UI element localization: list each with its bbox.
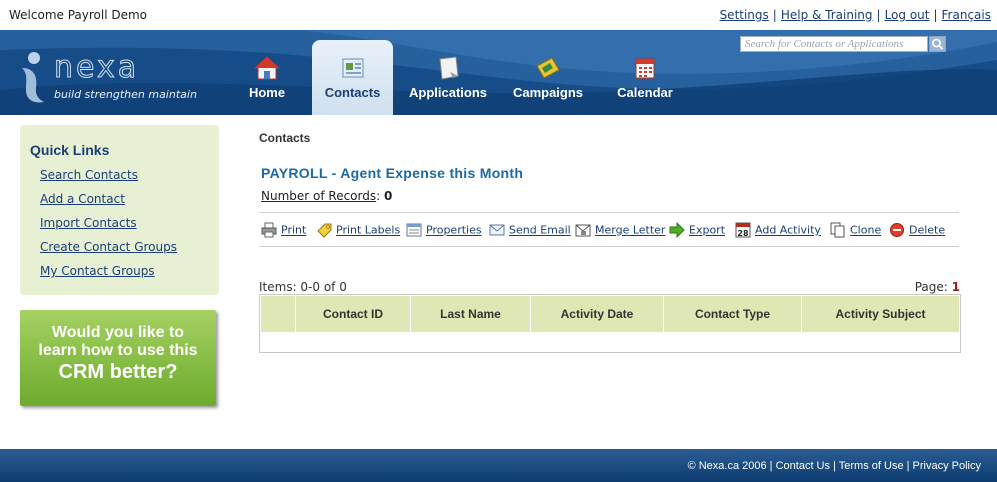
promo-line-1: Would you like to <box>51 324 185 341</box>
logout-link[interactable]: Log out <box>885 8 930 22</box>
campaigns-icon <box>536 57 560 79</box>
calendar-28-icon: 28 <box>735 222 751 238</box>
grid-header-row: Contact ID Last Name Activity Date Conta… <box>261 296 959 332</box>
export-button[interactable]: Export <box>669 222 725 238</box>
applications-icon <box>439 56 459 80</box>
arrow-right-icon <box>669 222 685 238</box>
nav-home[interactable]: Home <box>232 40 302 115</box>
search-icon <box>932 38 944 50</box>
quick-link-my-contact-groups[interactable]: My Contact Groups <box>40 264 155 278</box>
clone-button[interactable]: Clone <box>830 222 881 238</box>
home-icon <box>253 56 281 80</box>
nexa-logo[interactable]: nexa build strengthen maintain <box>14 44 204 106</box>
column-header-select[interactable] <box>261 296 296 332</box>
page-indicator: Page: 1 <box>915 280 960 294</box>
calendar-icon <box>635 58 655 79</box>
logo-tagline: build strengthen maintain <box>54 88 197 101</box>
delete-icon <box>890 223 904 237</box>
record-count: Number of Records: 0 <box>261 189 393 203</box>
nav-applications-label: Applications <box>408 85 487 100</box>
contacts-icon <box>342 58 363 78</box>
add-activity-button[interactable]: 28 Add Activity <box>735 222 821 238</box>
merge-letter-icon <box>575 224 591 237</box>
settings-link[interactable]: Settings <box>720 8 769 22</box>
header: nexa build strengthen maintain Search fo… <box>0 30 997 115</box>
nav-campaigns[interactable]: Campaigns <box>503 40 593 115</box>
properties-button[interactable]: Properties <box>406 222 482 238</box>
delete-button[interactable]: Delete <box>889 222 945 238</box>
properties-icon <box>406 223 422 237</box>
tag-icon <box>317 223 332 238</box>
record-count-value: 0 <box>384 189 393 203</box>
quick-link-import-contacts[interactable]: Import Contacts <box>40 216 137 230</box>
record-count-label: Number of Records <box>261 189 377 203</box>
top-bar: Welcome Payroll Demo Settings | Help & Tra… <box>0 0 997 30</box>
quick-link-search-contacts[interactable]: Search Contacts <box>40 168 138 182</box>
promo-line-3: CRM better? <box>58 361 178 383</box>
column-header-contact-type[interactable]: Contact Type <box>664 296 802 332</box>
contacts-grid: Contact ID Last Name Activity Date Conta… <box>259 294 961 353</box>
merge-letter-button[interactable]: Merge Letter <box>575 222 665 238</box>
search-button[interactable] <box>929 36 946 52</box>
envelope-icon <box>489 224 505 236</box>
logo-wordmark: nexa <box>53 50 140 86</box>
column-header-activity-date[interactable]: Activity Date <box>531 296 664 332</box>
nav-calendar[interactable]: Calendar <box>603 40 687 115</box>
nav-calendar-label: Calendar <box>617 85 673 100</box>
top-links: Settings | Help & Training | Log out | Françai… <box>719 8 991 22</box>
quick-links-panel: Quick Links Search Contacts Add a Contac… <box>20 125 219 295</box>
quick-link-add-contact[interactable]: Add a Contact <box>40 192 125 206</box>
page-title: PAYROLL - Agent Expense this Month <box>261 165 524 181</box>
footer: © Nexa.ca 2006 | Contact Us | Terms of U… <box>0 449 997 482</box>
quick-link-create-contact-groups[interactable]: Create Contact Groups <box>40 240 177 254</box>
column-header-activity-subject[interactable]: Activity Subject <box>802 296 959 332</box>
promo-text: Would you like to learn how to use this … <box>20 324 216 384</box>
search-input[interactable]: Search for Contacts or Applications <box>740 36 928 52</box>
nav-campaigns-label: Campaigns <box>512 85 584 100</box>
print-button[interactable]: Print <box>261 222 306 238</box>
send-email-button[interactable]: Send Email <box>489 222 571 238</box>
welcome-text: Welcome Payroll Demo <box>9 8 148 22</box>
quick-links-title: Quick Links <box>30 142 110 158</box>
breadcrumb: Contacts <box>259 131 311 145</box>
nav-home-label: Home <box>248 85 286 100</box>
search-box: Search for Contacts or Applications <box>740 36 946 52</box>
crm-training-promo-banner[interactable]: Would you like to learn how to use this … <box>20 310 216 406</box>
column-header-last-name[interactable]: Last Name <box>411 296 531 332</box>
promo-line-2: learn how to use this <box>38 342 198 359</box>
nav-applications[interactable]: Applications <box>403 40 493 115</box>
nav-contacts-label: Contacts <box>324 85 381 100</box>
action-toolbar: Print Print Labels Properties Send Email… <box>259 212 959 247</box>
clone-icon <box>830 222 845 238</box>
print-labels-button[interactable]: Print Labels <box>316 222 400 238</box>
page-number[interactable]: 1 <box>952 280 960 294</box>
page-label: Page: <box>914 280 948 294</box>
help-training-link[interactable]: Help & Training <box>781 8 873 22</box>
nav-contacts[interactable]: Contacts <box>312 40 393 115</box>
logo-mark-icon <box>22 52 44 103</box>
svg-text:28: 28 <box>737 229 749 238</box>
footer-links[interactable]: © Nexa.ca 2006 | Contact Us | Terms of U… <box>688 460 981 472</box>
printer-icon <box>261 222 277 238</box>
column-header-contact-id[interactable]: Contact ID <box>296 296 411 332</box>
francais-link[interactable]: Français <box>942 8 991 22</box>
items-count: Items: 0-0 of 0 <box>259 280 347 294</box>
